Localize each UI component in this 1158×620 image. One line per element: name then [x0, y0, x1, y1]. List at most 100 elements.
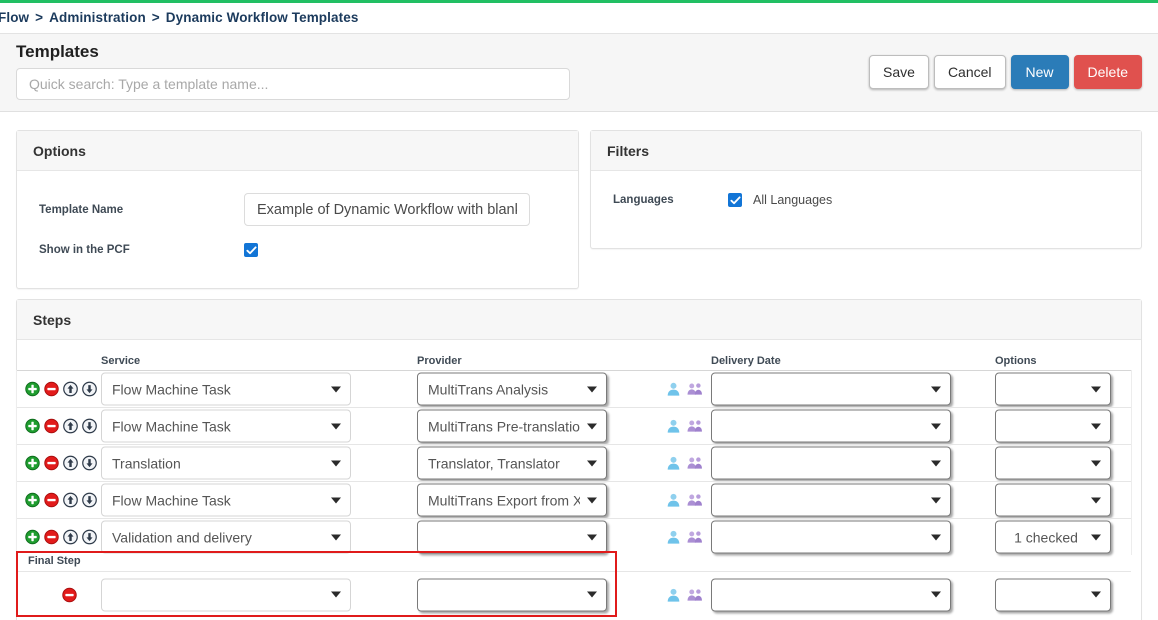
chevron-down-icon [931, 386, 941, 392]
chevron-down-icon [1091, 386, 1101, 392]
chevron-down-icon [587, 534, 597, 540]
show-in-pcf-label: Show in the PCF [39, 244, 130, 256]
move-step-down-icon[interactable] [82, 418, 97, 434]
final-step-options-select[interactable] [995, 578, 1111, 611]
move-step-down-icon[interactable] [82, 529, 97, 545]
chevron-down-icon [331, 591, 341, 598]
column-divider [1131, 370, 1132, 555]
options-panel-title: Options [17, 131, 578, 171]
remove-step-icon[interactable] [44, 529, 59, 545]
column-divider [16, 370, 17, 555]
step-service-value: Flow Machine Task [112, 381, 231, 397]
step-provider-value: Translator, Translator [428, 455, 560, 471]
final-step-service-select[interactable] [101, 578, 351, 611]
add-step-icon[interactable] [25, 455, 40, 471]
step-service-select[interactable]: Flow Machine Task [101, 409, 351, 443]
save-button[interactable]: Save [869, 55, 929, 89]
user-group-icon[interactable] [687, 382, 704, 397]
new-button[interactable]: New [1010, 55, 1069, 89]
step-provider-select[interactable]: MultiTrans Pre-translation [417, 409, 607, 443]
remove-step-icon[interactable] [62, 587, 77, 602]
step-delivery-date-select[interactable] [711, 520, 951, 554]
breadcrumb-separator: > [35, 9, 44, 25]
column-header-service: Service [101, 355, 141, 367]
step-service-select[interactable]: Flow Machine Task [101, 483, 351, 517]
move-step-down-icon[interactable] [82, 455, 97, 471]
template-name-row: Template Name [39, 193, 530, 226]
step-provider-select[interactable]: MultiTrans Analysis [417, 372, 607, 406]
remove-step-icon[interactable] [44, 455, 59, 471]
options-panel: Options Template Name Show in the PCF [16, 130, 579, 289]
remove-step-icon[interactable] [44, 381, 59, 397]
step-delivery-date-select[interactable] [711, 483, 951, 517]
final-step-people-icons [666, 587, 704, 602]
header-button-group: Save Cancel New Delete [869, 55, 1142, 89]
step-row-actions [25, 455, 97, 471]
show-in-pcf-row: Show in the PCF [39, 243, 258, 257]
breadcrumb-item-flow[interactable]: Flow [0, 10, 29, 25]
step-people-icons [666, 419, 704, 434]
final-step-delivery-date-select[interactable] [711, 578, 951, 611]
move-step-up-icon[interactable] [63, 492, 78, 508]
move-step-up-icon[interactable] [63, 529, 78, 545]
chevron-down-icon [331, 460, 341, 466]
move-step-up-icon[interactable] [63, 381, 78, 397]
step-provider-select[interactable] [417, 520, 607, 554]
step-delivery-date-select[interactable] [711, 409, 951, 443]
single-user-icon[interactable] [666, 456, 681, 471]
step-provider-select[interactable]: MultiTrans Export from XLI [417, 483, 607, 517]
user-group-icon[interactable] [687, 530, 704, 545]
add-step-icon[interactable] [25, 529, 40, 545]
chevron-down-icon [1091, 423, 1101, 429]
show-in-pcf-checkbox[interactable] [244, 243, 258, 257]
step-provider-select[interactable]: Translator, Translator [417, 446, 607, 480]
breadcrumb-item-dynamic-workflow-templates[interactable]: Dynamic Workflow Templates [166, 10, 359, 25]
step-row-actions [25, 492, 97, 508]
single-user-icon[interactable] [666, 587, 681, 602]
final-step-label: Final Step [28, 555, 81, 567]
step-provider-value: MultiTrans Export from XLI [428, 492, 580, 508]
single-user-icon[interactable] [666, 419, 681, 434]
step-options-select[interactable] [995, 409, 1111, 443]
cancel-button[interactable]: Cancel [933, 55, 1006, 89]
remove-step-icon[interactable] [44, 492, 59, 508]
single-user-icon[interactable] [666, 493, 681, 508]
step-options-select[interactable] [995, 483, 1111, 517]
search-input[interactable] [16, 68, 570, 100]
chevron-down-icon [931, 460, 941, 466]
user-group-icon[interactable] [687, 456, 704, 471]
add-step-icon[interactable] [25, 381, 40, 397]
chevron-down-icon [931, 591, 941, 598]
template-name-input[interactable] [244, 193, 530, 226]
move-step-up-icon[interactable] [63, 455, 78, 471]
single-user-icon[interactable] [666, 530, 681, 545]
remove-step-icon[interactable] [44, 418, 59, 434]
step-delivery-date-select[interactable] [711, 372, 951, 406]
user-group-icon[interactable] [687, 587, 704, 602]
app-root: Flow > Administration > Dynamic Workflow… [0, 0, 1158, 620]
breadcrumb-item-administration[interactable]: Administration [49, 10, 146, 25]
move-step-down-icon[interactable] [82, 381, 97, 397]
all-languages-label: All Languages [753, 193, 833, 207]
move-step-down-icon[interactable] [82, 492, 97, 508]
step-options-value: 1 checked [1014, 529, 1078, 545]
step-service-value: Validation and delivery [112, 529, 252, 545]
step-delivery-date-select[interactable] [711, 446, 951, 480]
delete-button[interactable]: Delete [1073, 55, 1142, 89]
user-group-icon[interactable] [687, 493, 704, 508]
step-options-select[interactable] [995, 446, 1111, 480]
final-step-provider-select[interactable] [417, 578, 607, 611]
step-service-select[interactable]: Flow Machine Task [101, 372, 351, 406]
step-options-select[interactable] [995, 372, 1111, 406]
step-service-select[interactable]: Translation [101, 446, 351, 480]
add-step-icon[interactable] [25, 418, 40, 434]
single-user-icon[interactable] [666, 382, 681, 397]
step-service-select[interactable]: Validation and delivery [101, 520, 351, 554]
steps-panel-title: Steps [17, 300, 1141, 340]
step-options-select[interactable]: 1 checked [995, 520, 1111, 554]
user-group-icon[interactable] [687, 419, 704, 434]
step-row-actions [25, 529, 97, 545]
all-languages-checkbox[interactable] [728, 193, 742, 207]
move-step-up-icon[interactable] [63, 418, 78, 434]
add-step-icon[interactable] [25, 492, 40, 508]
